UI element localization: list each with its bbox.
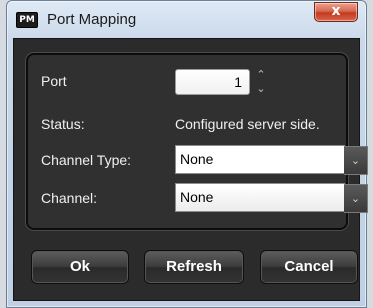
channel-type-value: None bbox=[180, 151, 214, 167]
ok-button[interactable]: Ok bbox=[31, 250, 129, 284]
refresh-button[interactable]: Refresh bbox=[144, 250, 244, 284]
status-value: Configured server side. bbox=[175, 116, 320, 132]
chevron-down-icon[interactable]: ⌄ bbox=[344, 184, 368, 213]
chevron-down-icon[interactable]: ⌄ bbox=[344, 146, 368, 175]
close-button[interactable]: x bbox=[314, 2, 358, 22]
window-title: Port Mapping bbox=[47, 11, 137, 28]
spin-down-icon[interactable]: ⌄ bbox=[253, 82, 269, 96]
spin-up-icon[interactable]: ⌃ bbox=[253, 68, 269, 82]
dialog-body: Port 1 ⌃ ⌄ Status: Configured server sid… bbox=[13, 38, 368, 301]
title-bar[interactable]: PM Port Mapping x bbox=[7, 1, 366, 37]
channel-value: None bbox=[180, 189, 214, 205]
channel-label: Channel: bbox=[41, 190, 98, 206]
port-spinner[interactable]: ⌃ ⌄ bbox=[253, 68, 269, 96]
channel-type-select[interactable]: None ⌄ bbox=[175, 145, 368, 175]
channel-type-label: Channel Type: bbox=[41, 152, 132, 168]
cancel-button[interactable]: Cancel bbox=[260, 250, 358, 284]
status-label: Status: bbox=[41, 116, 85, 132]
settings-panel: Port 1 ⌃ ⌄ Status: Configured server sid… bbox=[26, 53, 368, 230]
app-icon: PM bbox=[16, 12, 38, 28]
port-label: Port bbox=[41, 73, 67, 89]
port-input[interactable]: 1 bbox=[175, 69, 250, 95]
channel-select[interactable]: None ⌄ bbox=[175, 183, 368, 213]
